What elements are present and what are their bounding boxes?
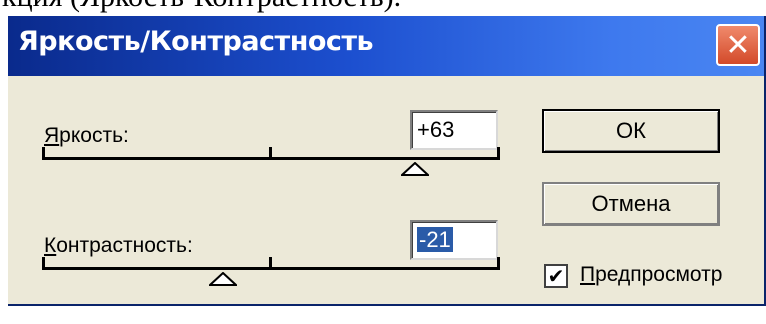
preview-checkbox[interactable]: ✔ <box>544 264 568 288</box>
cancel-button[interactable]: Отмена <box>542 182 720 226</box>
close-icon: ✕ <box>725 27 751 63</box>
contrast-tick-min <box>42 257 45 270</box>
checkmark-icon: ✔ <box>547 264 565 288</box>
brightness-tick-max <box>497 147 500 160</box>
preview-label[interactable]: Предпросмотр <box>580 263 722 287</box>
ok-button[interactable]: ОК <box>542 109 720 153</box>
title-bar[interactable]: Яркость/Контрастность ✕ <box>8 16 764 76</box>
contrast-label: Контрастность: <box>44 234 193 257</box>
brightness-tick-min <box>42 147 45 160</box>
page-caption: кция (Яркость-Контрастность). <box>0 0 766 16</box>
contrast-slider-thumb[interactable] <box>208 272 237 286</box>
brightness-contrast-dialog: Яркость/Контрастность ✕ Яркость: +63 Кон… <box>8 16 766 306</box>
brightness-label: Яркость: <box>44 124 129 147</box>
window-title: Яркость/Контрастность <box>18 26 374 57</box>
brightness-slider-thumb[interactable] <box>401 162 430 176</box>
brightness-value-field[interactable]: +63 <box>410 110 498 150</box>
contrast-tick-mid <box>269 257 272 270</box>
contrast-tick-max <box>497 257 500 270</box>
brightness-tick-mid <box>269 147 272 160</box>
close-button[interactable]: ✕ <box>716 24 760 66</box>
contrast-value-field[interactable]: -21 <box>410 220 498 260</box>
